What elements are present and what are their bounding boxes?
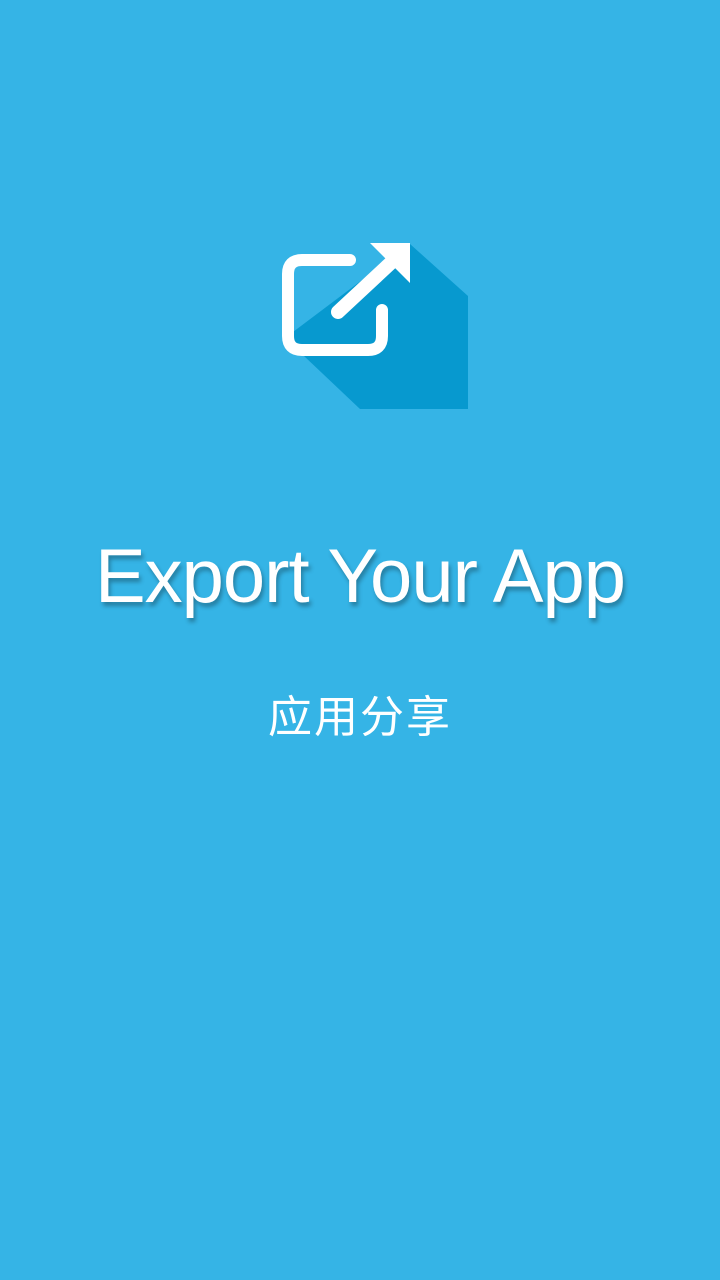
page-subtitle: 应用分享	[268, 693, 452, 742]
page-title: Export Your App	[94, 534, 626, 619]
splash-screen: Export Your App 应用分享	[0, 0, 720, 1280]
export-share-icon	[280, 240, 470, 412]
